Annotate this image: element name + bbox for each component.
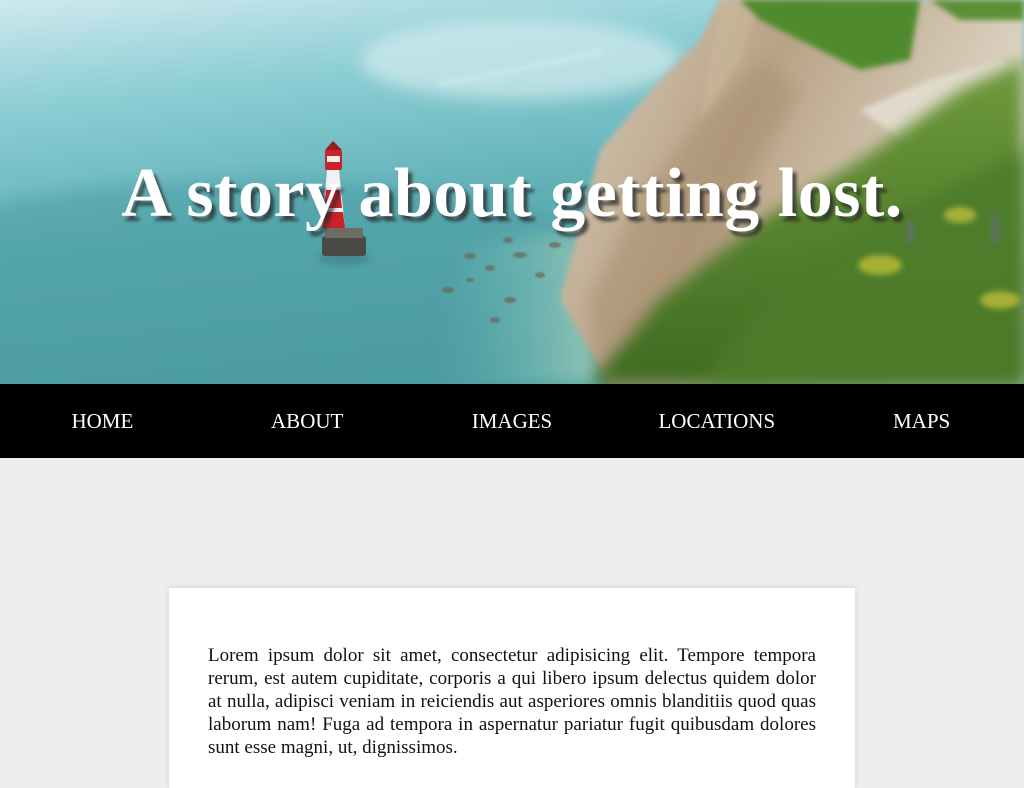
content-card: Lorem ipsum dolor sit amet, consectetur … xyxy=(169,588,855,788)
content-paragraph: Lorem ipsum dolor sit amet, consectetur … xyxy=(208,645,816,758)
nav-images-link[interactable]: IMAGES xyxy=(410,384,615,458)
hero-banner: A story about getting lost. xyxy=(0,0,1024,384)
hero-title: A story about getting lost. xyxy=(121,155,903,232)
nav-home-link[interactable]: HOME xyxy=(0,384,205,458)
nav-about-link[interactable]: ABOUT xyxy=(205,384,410,458)
main-nav: HOME ABOUT IMAGES LOCATIONS MAPS xyxy=(0,384,1024,458)
nav-maps-link[interactable]: MAPS xyxy=(819,384,1024,458)
nav-locations-link[interactable]: LOCATIONS xyxy=(614,384,819,458)
